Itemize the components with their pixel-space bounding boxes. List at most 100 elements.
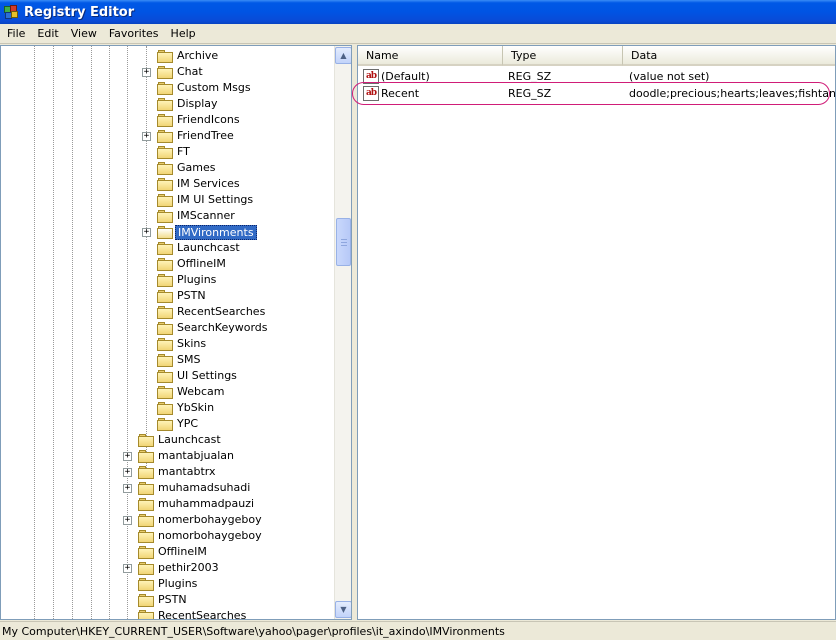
- tree-item-label: Plugins: [158, 577, 198, 590]
- tree-item[interactable]: IM UI Settings: [1, 192, 334, 208]
- tree-item[interactable]: muhammadpauzi: [1, 496, 334, 512]
- tree-item[interactable]: UI Settings: [1, 368, 334, 384]
- folder-icon: [157, 178, 174, 191]
- tree-item-label: SMS: [177, 353, 201, 366]
- tree-item[interactable]: PSTN: [1, 592, 334, 608]
- tree-item[interactable]: + IMVironments: [1, 224, 334, 240]
- tree-item[interactable]: Archive: [1, 48, 334, 64]
- expand-toggle-icon[interactable]: +: [123, 468, 132, 477]
- tree-item-label: IMScanner: [177, 209, 235, 222]
- tree-item[interactable]: SMS: [1, 352, 334, 368]
- tree-item[interactable]: + FriendTree: [1, 128, 334, 144]
- tree-item[interactable]: OfflineIM: [1, 256, 334, 272]
- tree-item[interactable]: Custom Msgs: [1, 80, 334, 96]
- values-list[interactable]: Name Type Data ab (Default) REG_SZ (valu…: [357, 45, 836, 620]
- folder-icon: [157, 242, 174, 255]
- tree-item[interactable]: + mantabjualan: [1, 448, 334, 464]
- folder-icon: [138, 530, 155, 543]
- scroll-up-button[interactable]: ▲: [335, 47, 351, 64]
- tree-item[interactable]: OfflineIM: [1, 544, 334, 560]
- tree-item[interactable]: Skins: [1, 336, 334, 352]
- tree-item-label: SearchKeywords: [177, 321, 268, 334]
- title-bar[interactable]: Registry Editor: [0, 0, 836, 24]
- tree-item[interactable]: Launchcast: [1, 240, 334, 256]
- tree-item[interactable]: Display: [1, 96, 334, 112]
- tree-item[interactable]: SearchKeywords: [1, 320, 334, 336]
- folder-icon: [138, 594, 155, 607]
- tree-item[interactable]: Plugins: [1, 272, 334, 288]
- folder-icon: [157, 50, 174, 63]
- expand-toggle-icon[interactable]: +: [142, 132, 151, 141]
- column-header-data[interactable]: Data: [623, 46, 835, 66]
- tree-item[interactable]: YPC: [1, 416, 334, 432]
- tree-item[interactable]: IM Services: [1, 176, 334, 192]
- tree-item[interactable]: nomorbohaygeboy: [1, 528, 334, 544]
- folder-icon: [157, 338, 174, 351]
- tree-item-label: muhamadsuhadi: [158, 481, 251, 494]
- folder-icon: [157, 130, 174, 143]
- scroll-down-button[interactable]: ▼: [335, 601, 351, 618]
- tree-item[interactable]: + pethir2003: [1, 560, 334, 576]
- tree-item-label: FriendIcons: [177, 113, 240, 126]
- scroll-thumb[interactable]: [336, 218, 351, 266]
- tree-item-label: Launchcast: [158, 433, 221, 446]
- tree-item-label: Archive: [177, 49, 219, 62]
- menu-favorites[interactable]: Favorites: [103, 25, 165, 43]
- menu-edit[interactable]: Edit: [31, 25, 64, 43]
- expand-toggle-icon[interactable]: +: [123, 564, 132, 573]
- folder-icon: [157, 322, 174, 335]
- folder-icon: [138, 498, 155, 511]
- column-header-name[interactable]: Name: [358, 46, 503, 66]
- tree-item-label: IMVironments: [175, 225, 257, 240]
- expand-toggle-icon[interactable]: +: [123, 452, 132, 461]
- tree-item[interactable]: PSTN: [1, 288, 334, 304]
- tree-item-label: pethir2003: [158, 561, 219, 574]
- tree-item-label: Plugins: [177, 273, 217, 286]
- tree-item-label: YPC: [177, 417, 199, 430]
- tree-item-label: mantabjualan: [158, 449, 235, 462]
- menu-bar: File Edit View Favorites Help: [0, 24, 836, 44]
- tree-scrollbar[interactable]: ▲ ▼: [334, 46, 351, 619]
- tree-item-label: IM UI Settings: [177, 193, 254, 206]
- tree-item[interactable]: Games: [1, 160, 334, 176]
- tree-item[interactable]: FriendIcons: [1, 112, 334, 128]
- tree-item-label: YbSkin: [177, 401, 215, 414]
- tree-item[interactable]: FT: [1, 144, 334, 160]
- tree-item[interactable]: Launchcast: [1, 432, 334, 448]
- tree-item[interactable]: IMScanner: [1, 208, 334, 224]
- tree-item[interactable]: + mantabtrx: [1, 464, 334, 480]
- tree-item[interactable]: Webcam: [1, 384, 334, 400]
- expand-toggle-icon[interactable]: +: [142, 228, 151, 237]
- tree-item-label: Display: [177, 97, 218, 110]
- folder-icon: [138, 450, 155, 463]
- tree-item-label: Skins: [177, 337, 207, 350]
- folder-icon: [138, 514, 155, 527]
- expand-toggle-icon[interactable]: +: [142, 68, 151, 77]
- tree-item[interactable]: YbSkin: [1, 400, 334, 416]
- tree-item[interactable]: RecentSearches: [1, 608, 334, 619]
- expand-toggle-icon[interactable]: +: [123, 484, 132, 493]
- tree-item-label: Webcam: [177, 385, 225, 398]
- column-header-type[interactable]: Type: [503, 46, 623, 66]
- folder-icon: [138, 562, 155, 575]
- registry-tree[interactable]: Archive + Chat Custom Msgs Display FriendIcon…: [0, 45, 352, 620]
- expand-toggle-icon[interactable]: +: [123, 516, 132, 525]
- tree-item[interactable]: RecentSearches: [1, 304, 334, 320]
- tree-item-label: PSTN: [158, 593, 187, 606]
- tree-item[interactable]: + Chat: [1, 64, 334, 80]
- folder-icon: [157, 162, 174, 175]
- tree-item[interactable]: Plugins: [1, 576, 334, 592]
- folder-icon: [138, 610, 155, 619]
- tree-item-label: RecentSearches: [177, 305, 266, 318]
- folder-icon: [157, 402, 174, 415]
- folder-icon: [157, 66, 174, 79]
- menu-file[interactable]: File: [1, 25, 31, 43]
- menu-view[interactable]: View: [65, 25, 103, 43]
- tree-item[interactable]: + nomerbohaygeboy: [1, 512, 334, 528]
- tree-item[interactable]: + muhamadsuhadi: [1, 480, 334, 496]
- tree-view[interactable]: Archive + Chat Custom Msgs Display FriendIcon…: [1, 46, 334, 619]
- menu-help[interactable]: Help: [165, 25, 202, 43]
- status-bar: My Computer\HKEY_CURRENT_USER\Software\y…: [0, 621, 836, 640]
- folder-icon: [138, 434, 155, 447]
- open-folder-icon: [157, 226, 174, 239]
